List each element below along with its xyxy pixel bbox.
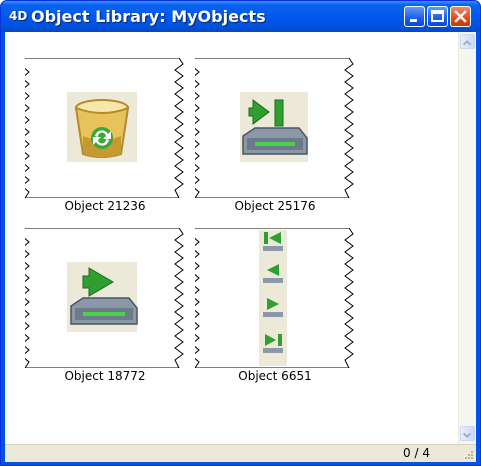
- tray-last-icon: [240, 92, 308, 162]
- maximize-icon: [431, 10, 444, 22]
- object-tile: [25, 58, 184, 198]
- item-counter: 0 / 4: [403, 446, 430, 460]
- app-4d-icon: 4D: [9, 9, 28, 23]
- trash-refresh-icon: [67, 92, 137, 162]
- object-tile: [25, 228, 184, 368]
- object-tile: [195, 228, 354, 368]
- object-label: Object 6651: [238, 369, 312, 383]
- object-label: Object 21236: [64, 199, 146, 213]
- object-label: Object 25176: [234, 199, 316, 213]
- library-content: Object 21236 Object 25176 Object 18772 O…: [5, 32, 476, 462]
- tray-next-icon: [67, 262, 138, 332]
- title-bar[interactable]: 4D Object Library: MyObjects: [1, 1, 480, 32]
- close-button[interactable]: [450, 6, 471, 27]
- minimize-button[interactable]: [404, 6, 425, 27]
- vertical-scrollbar[interactable]: [458, 32, 476, 444]
- chevron-down-icon: [462, 432, 472, 439]
- object-library-window: 4D Object Library: MyObjects Object 2123…: [0, 0, 481, 466]
- window-title: Object Library: MyObjects: [31, 7, 266, 26]
- resize-grip-icon[interactable]: [464, 450, 474, 460]
- nav-arrows-strip-icon: [259, 230, 287, 366]
- object-label: Object 18772: [64, 369, 146, 383]
- minimize-icon: [410, 19, 417, 22]
- object-tile: [195, 58, 354, 198]
- close-icon: [454, 10, 467, 23]
- status-bar: 0 / 4: [5, 444, 476, 462]
- maximize-button[interactable]: [427, 6, 448, 27]
- scroll-down-button[interactable]: [460, 426, 475, 441]
- chevron-up-icon: [462, 40, 472, 46]
- scroll-up-button[interactable]: [460, 34, 475, 49]
